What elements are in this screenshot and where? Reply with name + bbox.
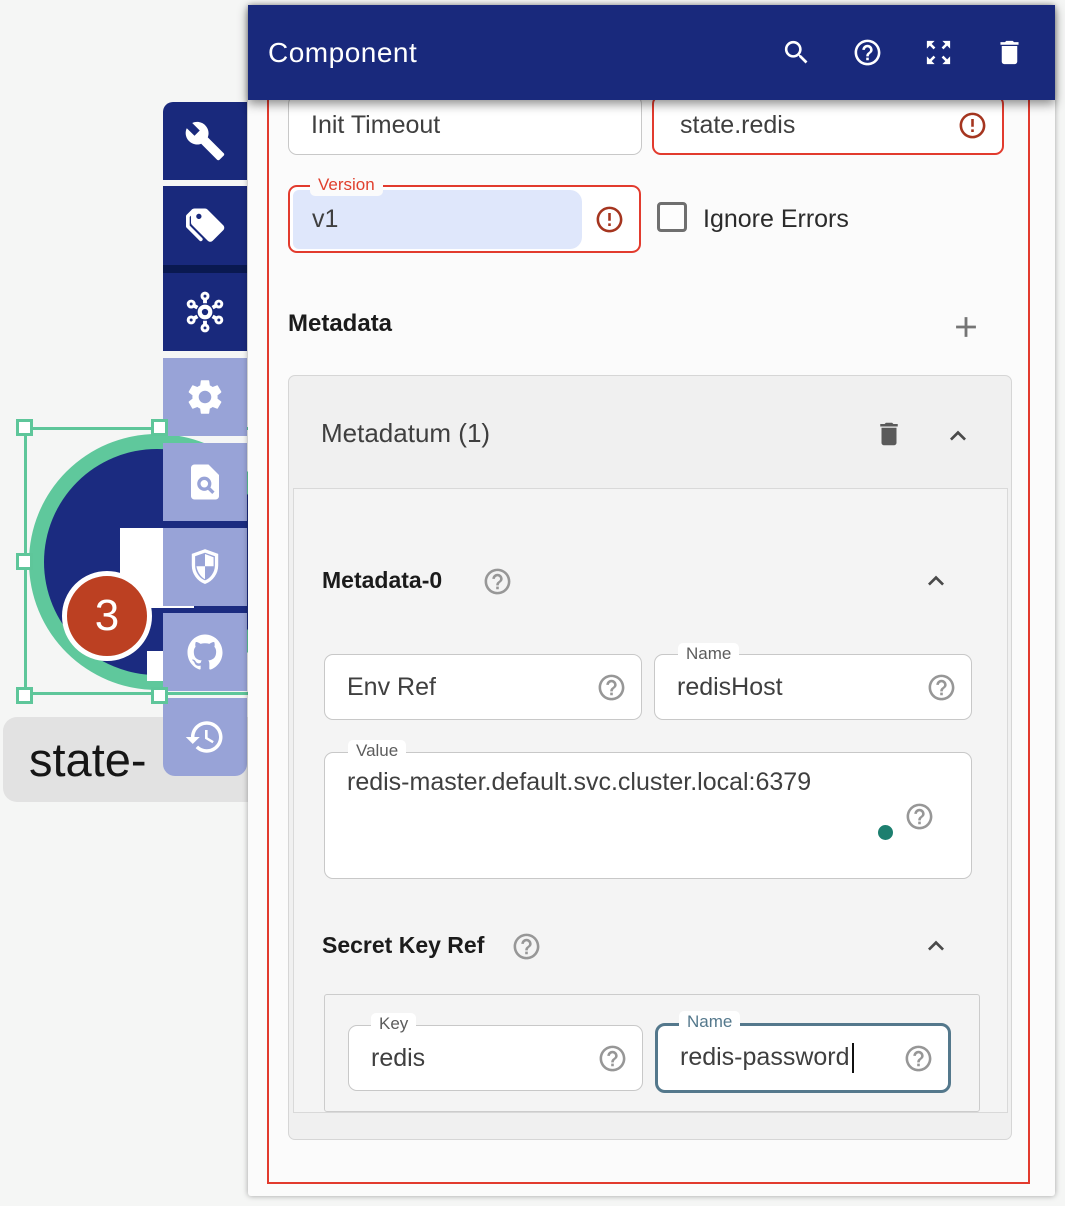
error-icon [957, 110, 988, 141]
resize-handle-bottom-center[interactable] [151, 687, 168, 704]
trash-icon[interactable] [994, 37, 1025, 68]
toolbar-button-history[interactable] [163, 698, 247, 776]
env-ref-field[interactable]: Env Ref [324, 654, 642, 720]
search-icon[interactable] [781, 37, 812, 68]
github-icon [184, 631, 226, 673]
resize-handle-bottom-left[interactable] [16, 687, 33, 704]
add-metadata-button[interactable] [949, 310, 983, 344]
metadata-name-value: redisHost [655, 673, 926, 702]
secret-key-ref-heading: Secret Key Ref [322, 932, 484, 959]
metadatum-card: Metadatum (1) Metadata-0 Env Ref redisHo… [288, 375, 1012, 1140]
collapse-metadatum-button[interactable] [942, 420, 974, 452]
collapse-secret-key-ref-button[interactable] [920, 930, 952, 962]
component-type-field[interactable]: state.redis [652, 95, 1004, 155]
secret-name-label: Name [679, 1011, 740, 1033]
metadatum-card-body: Metadata-0 Env Ref redisHost Name redis-… [293, 488, 1008, 1113]
init-timeout-field[interactable]: Init Timeout [288, 95, 642, 155]
version-field-label: Version [310, 174, 383, 196]
panel-header: Component [248, 5, 1055, 100]
metadata-value-label: Value [348, 740, 406, 762]
secret-key-label: Key [371, 1013, 416, 1035]
toolbar-button-settings[interactable] [163, 358, 247, 436]
secret-name-value: redis-password [658, 1043, 903, 1073]
app-root: 3 state- Init Timeout state.redis [0, 0, 1065, 1206]
hub-icon [184, 291, 226, 333]
collapse-metadata0-button[interactable] [920, 565, 952, 597]
resize-handle-middle-left[interactable] [16, 553, 33, 570]
settings-icon [184, 376, 226, 418]
panel-header-actions [781, 37, 1025, 68]
secret-name-field[interactable]: redis-password [655, 1023, 951, 1093]
panel-title: Component [268, 37, 781, 69]
help-icon[interactable] [482, 566, 513, 597]
text-cursor [852, 1043, 854, 1073]
find-document-icon [184, 461, 226, 503]
toolbar-button-security[interactable] [163, 528, 247, 606]
tags-icon [184, 205, 226, 247]
metadata-heading: Metadata [288, 310, 392, 338]
help-icon[interactable] [597, 1043, 628, 1074]
resize-handle-top-center[interactable] [151, 419, 168, 436]
toolbar-button-build[interactable] [163, 102, 247, 180]
secret-key-value: redis [349, 1044, 597, 1073]
help-icon[interactable] [596, 672, 627, 703]
build-icon [184, 120, 226, 162]
metadata-value-field[interactable]: redis-master.default.svc.cluster.local:6… [324, 752, 972, 879]
delete-metadatum-button[interactable] [874, 419, 904, 449]
toolbar-button-tags[interactable] [163, 186, 247, 265]
metadata0-heading: Metadata-0 [322, 567, 442, 594]
secret-key-ref-group: redis Key redis-password Name [324, 994, 980, 1112]
init-timeout-placeholder: Init Timeout [289, 111, 641, 140]
ignore-errors-label: Ignore Errors [703, 205, 849, 234]
component-type-value: state.redis [654, 111, 957, 140]
help-icon[interactable] [852, 37, 883, 68]
toolbar-button-hub[interactable] [163, 273, 247, 351]
toolbar-button-github[interactable] [163, 613, 247, 691]
metadatum-card-title[interactable]: Metadatum (1) [321, 418, 490, 449]
help-icon[interactable] [903, 1043, 934, 1074]
metadata-name-label: Name [678, 643, 739, 665]
toolbar-divider [163, 265, 247, 273]
env-ref-placeholder: Env Ref [325, 673, 596, 702]
resize-handle-top-left[interactable] [16, 419, 33, 436]
metadata-value-text: redis-master.default.svc.cluster.local:6… [325, 753, 971, 797]
help-icon[interactable] [926, 672, 957, 703]
help-icon[interactable] [904, 801, 935, 832]
history-icon [184, 716, 226, 758]
expand-icon[interactable] [923, 37, 954, 68]
help-icon[interactable] [511, 931, 542, 962]
security-icon [184, 546, 226, 588]
component-properties-panel: Init Timeout state.redis v1 Version Igno… [248, 5, 1055, 1196]
error-icon [594, 204, 625, 235]
error-count-badge: 3 [62, 571, 152, 661]
toolbar-button-find-document[interactable] [163, 443, 247, 521]
ignore-errors-checkbox[interactable] [657, 202, 687, 232]
version-value: v1 [290, 205, 594, 234]
resize-grip-dot[interactable] [878, 825, 893, 840]
